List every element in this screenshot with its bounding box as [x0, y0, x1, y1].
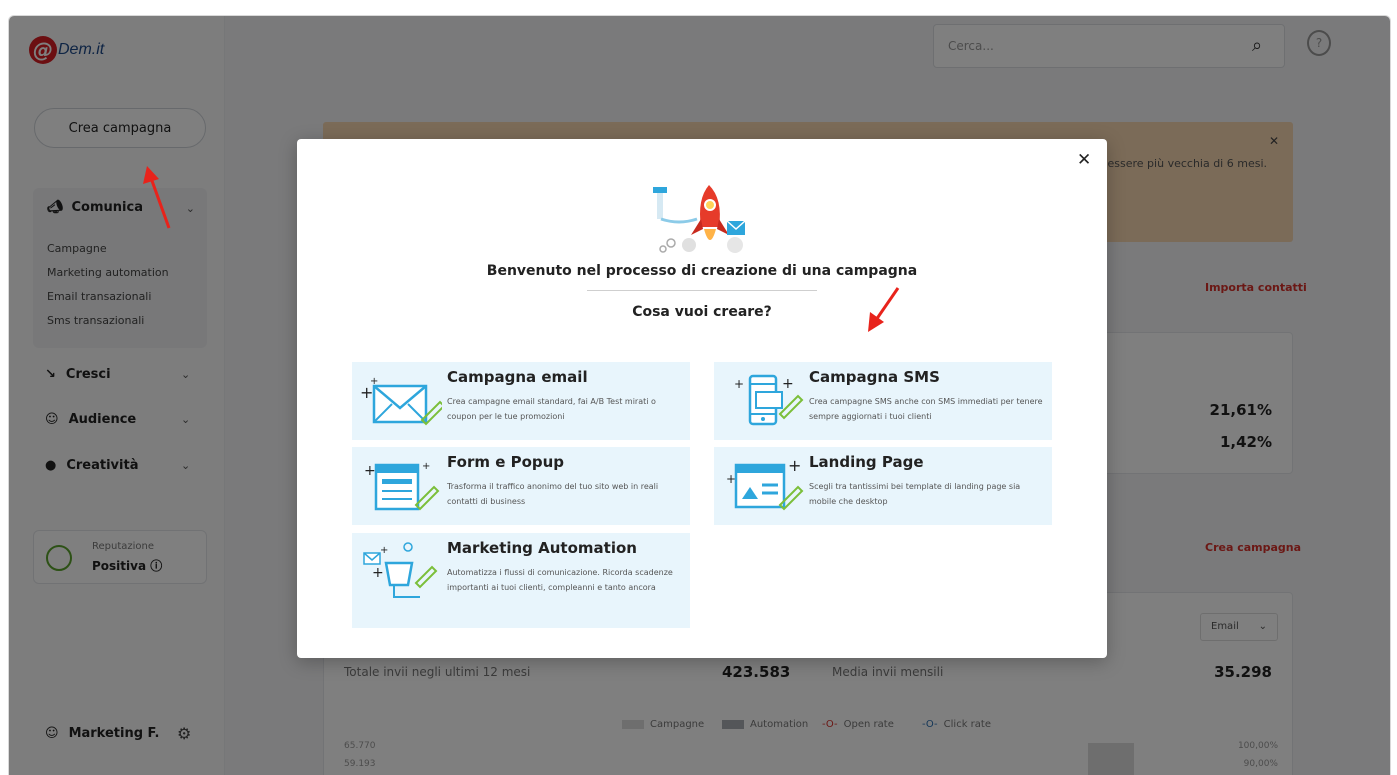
annotation-arrow-icon	[868, 287, 900, 332]
option-campagna-email[interactable]: + + Campagna email Crea campagne email s…	[352, 362, 690, 440]
create-campaign-modal: ✕ Benvenuto nel processo di creazione di…	[297, 139, 1107, 658]
svg-text:+: +	[734, 377, 744, 391]
modal-title: Benvenuto nel processo di creazione di u…	[486, 263, 918, 279]
automation-icon: + +	[363, 542, 438, 598]
svg-text:+: +	[364, 463, 376, 479]
smartphone-icon: + +	[734, 374, 804, 426]
svg-text:+: +	[782, 376, 794, 392]
option-landing-page[interactable]: + + Landing Page Scegli tra tantissimi b…	[714, 447, 1052, 525]
svg-text:+: +	[380, 545, 388, 556]
option-title: Marketing Automation	[447, 539, 637, 557]
rocket-icon	[653, 185, 746, 253]
svg-text:+: +	[422, 461, 430, 472]
option-campagna-sms[interactable]: + + Campagna SMS Crea campagne SMS anche…	[714, 362, 1052, 440]
option-description: Trasforma il traffico anonimo del tuo si…	[447, 482, 659, 506]
option-marketing-automation[interactable]: + + Marketing Automation Automatizza i f…	[352, 533, 690, 628]
option-description: Crea campagne SMS anche con SMS immediat…	[809, 397, 1043, 421]
option-title: Form e Popup	[447, 453, 565, 471]
svg-text:+: +	[788, 456, 801, 475]
divider	[587, 290, 817, 291]
option-title: Landing Page	[809, 453, 924, 471]
annotation-arrow-icon	[143, 166, 171, 229]
option-title: Campagna SMS	[809, 368, 940, 386]
app-window: @ Dem.it Crea campagna 📣︎ Comunica ⌄ Cam…	[8, 15, 1391, 775]
envelope-icon: + +	[360, 376, 442, 426]
option-form-e-popup[interactable]: + + Form e Popup Trasforma il traffico a…	[352, 447, 690, 525]
close-icon[interactable]: ✕	[1077, 150, 1091, 170]
svg-text:+: +	[726, 472, 736, 486]
option-description: Scegli tra tantissimi bei template di la…	[809, 482, 1021, 506]
landing-page-icon: + +	[726, 456, 804, 511]
modal-subtitle: Cosa vuoi creare?	[632, 304, 772, 320]
option-description: Automatizza i flussi di comunicazione. R…	[447, 568, 673, 592]
svg-text:+: +	[372, 565, 384, 581]
form-icon: + +	[364, 461, 440, 511]
option-description: Crea campagne email standard, fai A/B Te…	[447, 397, 656, 421]
option-title: Campagna email	[447, 368, 588, 386]
